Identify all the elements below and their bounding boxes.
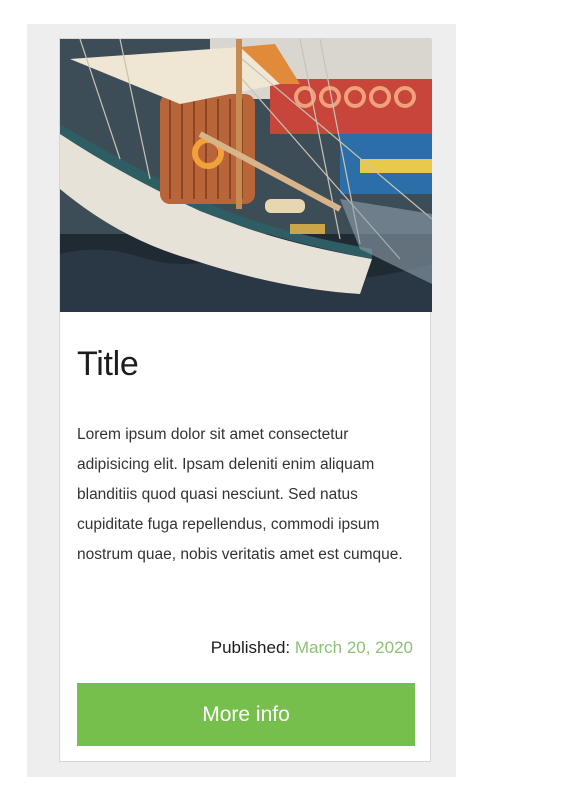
article-card: Title Lorem ipsum dolor sit amet consect…: [59, 38, 432, 762]
published-date: March 20, 2020: [294, 638, 413, 657]
published-info: Published: March 20, 2020: [211, 636, 413, 660]
card-title: Title: [77, 345, 139, 383]
more-info-button[interactable]: More info: [77, 683, 415, 746]
card-description: Lorem ipsum dolor sit amet consectetur a…: [77, 426, 403, 563]
card-image: [60, 39, 432, 312]
published-label: Published:: [210, 638, 291, 657]
boat-photo-illustration: [60, 39, 432, 312]
